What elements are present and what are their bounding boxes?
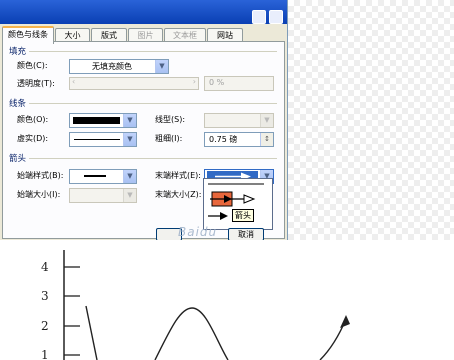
line-style-dropdown: ▼ — [204, 113, 274, 128]
solid-line-preview — [74, 139, 120, 140]
close-button[interactable] — [269, 10, 283, 24]
chevron-down-icon: ▼ — [123, 189, 136, 202]
chevron-down-icon: ▼ — [155, 60, 168, 73]
line-color-dropdown[interactable]: ▼ — [69, 113, 137, 128]
tooltip: 箭头 — [232, 209, 254, 222]
tab-colors-and-lines[interactable]: 颜色与线条 — [2, 26, 54, 44]
divider — [29, 51, 277, 52]
arrows-section-title: 箭头 — [9, 154, 27, 164]
watermark: Baidu — [178, 225, 218, 239]
tab-strip: 颜色与线条 大小 版式 图片 文本框 网站 — [2, 26, 284, 44]
tab-size[interactable]: 大小 — [55, 28, 90, 42]
begin-size-dropdown: ▼ — [69, 188, 137, 203]
chevron-down-icon: ▼ — [260, 114, 273, 127]
fill-color-dropdown[interactable]: 无填充颜色 ▼ — [69, 59, 169, 74]
weight-value: 0.75 磅 — [209, 135, 238, 144]
transparency-value: 0 % — [209, 78, 225, 87]
y-tick-label: 2 — [41, 319, 49, 333]
curve-graph: 4 3 2 1 — [41, 250, 350, 360]
dash-dropdown[interactable]: ▼ — [69, 132, 137, 147]
help-button[interactable] — [252, 10, 266, 24]
dialog-titlebar — [0, 0, 287, 24]
weight-label: 粗细(I): — [155, 134, 183, 143]
cancel-button[interactable]: 取消 — [228, 228, 264, 240]
chevron-down-icon: ▼ — [123, 170, 136, 183]
tab-textbox: 文本框 — [164, 28, 206, 42]
y-tick-label: 4 — [41, 260, 49, 274]
curve-left-segment — [85, 305, 98, 360]
tab-layout[interactable]: 版式 — [91, 28, 127, 42]
dash-label: 虚实(D): — [17, 134, 49, 143]
chevron-right-icon: › — [192, 77, 196, 86]
line-style-label: 线型(S): — [155, 115, 186, 124]
divider — [29, 103, 277, 104]
transparency-spinner[interactable]: 0 % — [204, 76, 274, 91]
end-size-label: 末端大小(Z): — [155, 190, 202, 199]
format-dialog: 颜色与线条 大小 版式 图片 文本框 网站 填充 颜色(C): 无填充颜色 ▼ … — [0, 0, 288, 240]
y-tick-label: 1 — [41, 348, 49, 360]
weight-spinner[interactable]: 0.75 磅 ↕ — [204, 132, 274, 147]
checkerboard-background — [288, 0, 454, 240]
line-color-label: 颜色(O): — [17, 115, 49, 124]
transparency-label: 透明度(T): — [17, 79, 55, 88]
fill-section-title: 填充 — [9, 47, 27, 57]
y-tick-label: 3 — [41, 289, 49, 303]
end-style-label: 末端样式(E): — [155, 171, 201, 180]
divider — [29, 158, 277, 159]
begin-style-label: 始端样式(B): — [17, 171, 64, 180]
arrow-style-popup: 箭头 — [203, 178, 273, 230]
color-swatch — [73, 117, 120, 124]
fill-color-value: 无填充颜色 — [92, 62, 132, 71]
tab-picture: 图片 — [128, 28, 163, 42]
chevron-left-icon: ‹ — [72, 77, 76, 86]
fill-color-label: 颜色(C): — [17, 61, 48, 70]
arrowhead — [340, 315, 350, 328]
tab-web[interactable]: 网站 — [207, 28, 243, 42]
line-end-preview — [84, 175, 106, 177]
curve-peak — [154, 307, 229, 360]
transparency-slider[interactable]: ‹ › — [69, 77, 199, 90]
spinner-arrows-icon[interactable]: ↕ — [260, 133, 273, 146]
chevron-down-icon: ▼ — [123, 133, 136, 146]
line-section-title: 线条 — [9, 99, 27, 109]
chevron-down-icon: ▼ — [123, 114, 136, 127]
begin-size-label: 始端大小(I): — [17, 190, 61, 199]
begin-style-dropdown[interactable]: ▼ — [69, 169, 137, 184]
